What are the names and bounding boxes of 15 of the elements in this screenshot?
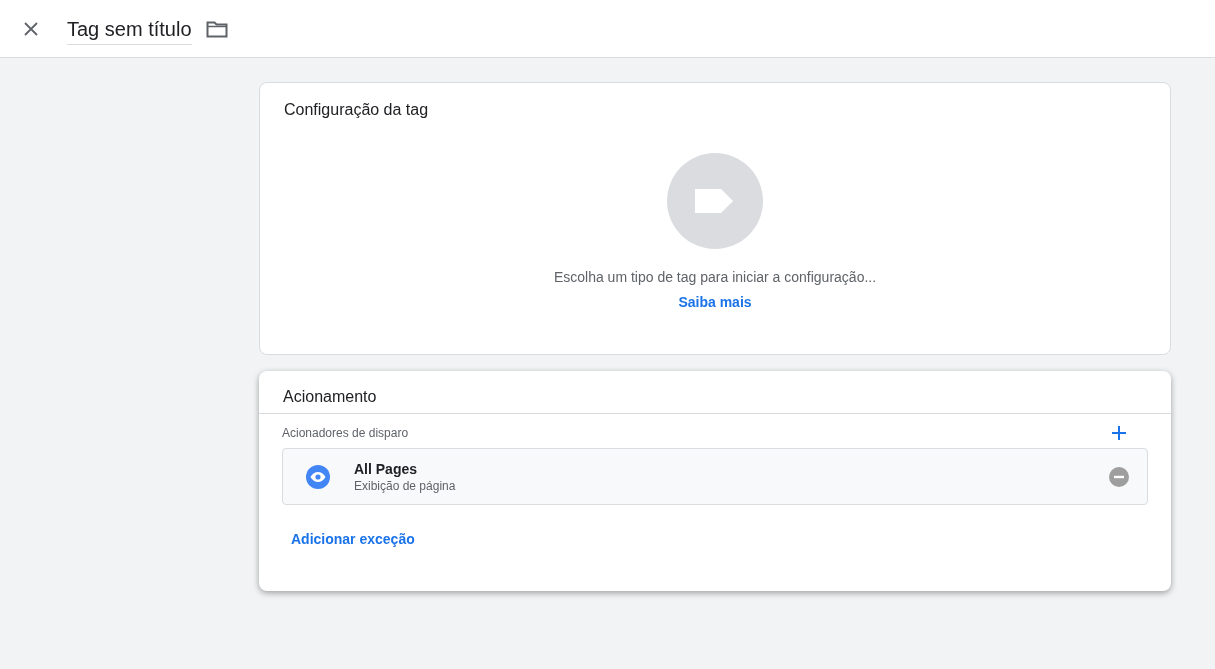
eye-icon xyxy=(306,464,330,489)
folder-icon[interactable] xyxy=(205,19,228,38)
card-title: Configuração da tag xyxy=(283,100,430,119)
tag-name-field[interactable]: Tag sem título xyxy=(67,12,192,45)
learn-more-link[interactable]: Saiba mais xyxy=(678,294,752,310)
trigger-type: Exibição de página xyxy=(354,478,457,493)
add-icon[interactable] xyxy=(1112,426,1126,440)
trigger-row[interactable]: All Pages Exibição de página xyxy=(282,448,1148,505)
close-icon[interactable] xyxy=(24,21,38,36)
prompt-text: Escolha um tipo de tag para iniciar a configuração... xyxy=(553,269,877,285)
trigger-name: All Pages xyxy=(354,460,419,477)
remove-icon[interactable] xyxy=(1109,466,1129,487)
section-label: Acionadores de disparo xyxy=(282,426,409,440)
add-exception-link[interactable]: Adicionar exceção xyxy=(291,531,415,547)
card-title: Acionamento xyxy=(259,371,1171,414)
